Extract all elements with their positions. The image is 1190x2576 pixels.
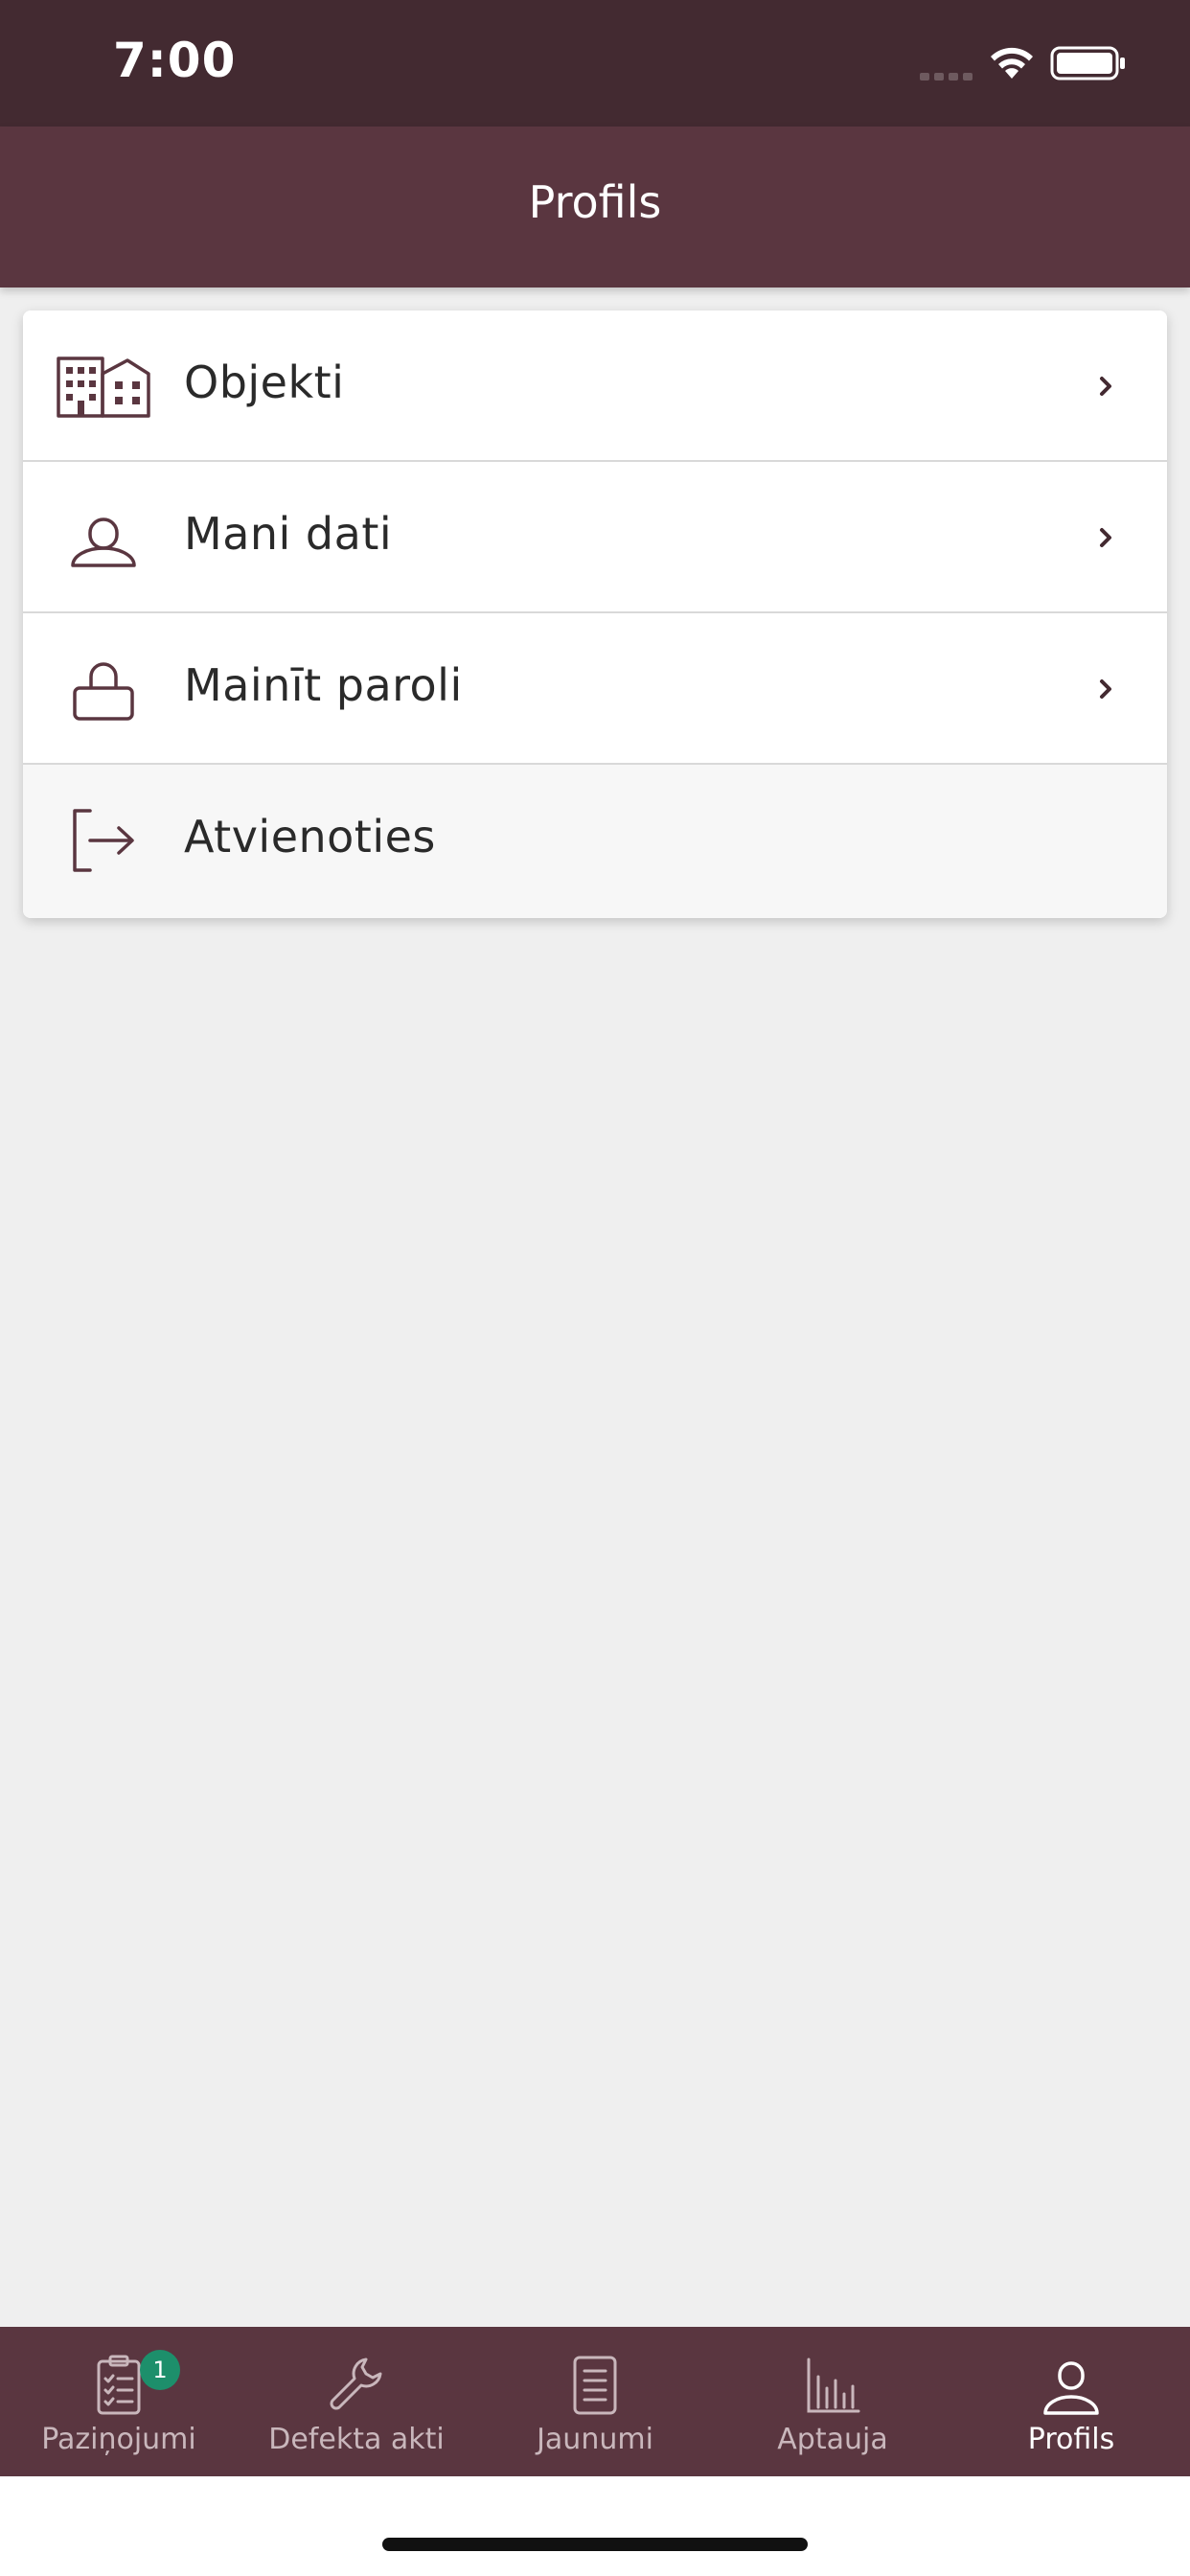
chevron-right-icon — [1100, 377, 1111, 396]
tab-defekta-akti[interactable]: Defekta akti — [238, 2327, 475, 2476]
bar-chart-icon — [807, 2358, 860, 2413]
tab-pazinojumi[interactable]: 1 Paziņojumi — [0, 2327, 238, 2476]
battery-icon — [1050, 46, 1125, 80]
page-title: Profils — [528, 176, 662, 228]
chevron-right-icon — [1100, 679, 1111, 699]
menu-item-label: Atvienoties — [184, 811, 436, 862]
wrench-icon — [330, 2358, 382, 2410]
cellular-signal-icon — [920, 73, 973, 80]
home-indicator-area — [0, 2476, 1190, 2576]
tab-label: Paziņojumi — [41, 2423, 196, 2456]
buildings-icon — [57, 356, 150, 418]
menu-item-atvienoties[interactable]: Atvienoties — [23, 765, 1167, 918]
wifi-icon — [991, 47, 1033, 79]
profile-menu: Objekti Mani dati Mainīt paroli Atvienot… — [23, 310, 1167, 918]
menu-item-objekti[interactable]: Objekti — [23, 310, 1167, 462]
document-icon — [573, 2356, 617, 2415]
menu-item-label: Mani dati — [184, 508, 393, 560]
status-time: 7:00 — [113, 33, 237, 88]
bottom-tab-bar: 1 Paziņojumi Defekta akti Jaunumi Aptauj… — [0, 2327, 1190, 2476]
tab-label: Defekta akti — [268, 2423, 445, 2456]
tab-label: Aptauja — [777, 2423, 888, 2456]
tab-aptauja[interactable]: Aptauja — [714, 2327, 951, 2476]
menu-item-label: Mainīt paroli — [184, 659, 463, 711]
chevron-right-icon — [1100, 528, 1111, 547]
home-indicator[interactable] — [382, 2538, 808, 2551]
status-bar: 7:00 — [0, 0, 1190, 126]
notification-badge: 1 — [140, 2350, 180, 2390]
tab-profils[interactable]: Profils — [952, 2327, 1190, 2476]
tab-label: Profils — [1027, 2423, 1115, 2456]
person-icon — [71, 518, 136, 567]
lock-icon — [73, 662, 134, 721]
menu-item-mani-dati[interactable]: Mani dati — [23, 462, 1167, 613]
menu-item-label: Objekti — [184, 356, 345, 408]
tab-label: Jaunumi — [537, 2423, 653, 2456]
person-icon — [1043, 2361, 1099, 2415]
menu-item-mainit-paroli[interactable]: Mainīt paroli — [23, 613, 1167, 765]
tab-jaunumi[interactable]: Jaunumi — [476, 2327, 714, 2476]
navigation-header: Profils — [0, 126, 1190, 288]
logout-icon — [73, 809, 134, 872]
